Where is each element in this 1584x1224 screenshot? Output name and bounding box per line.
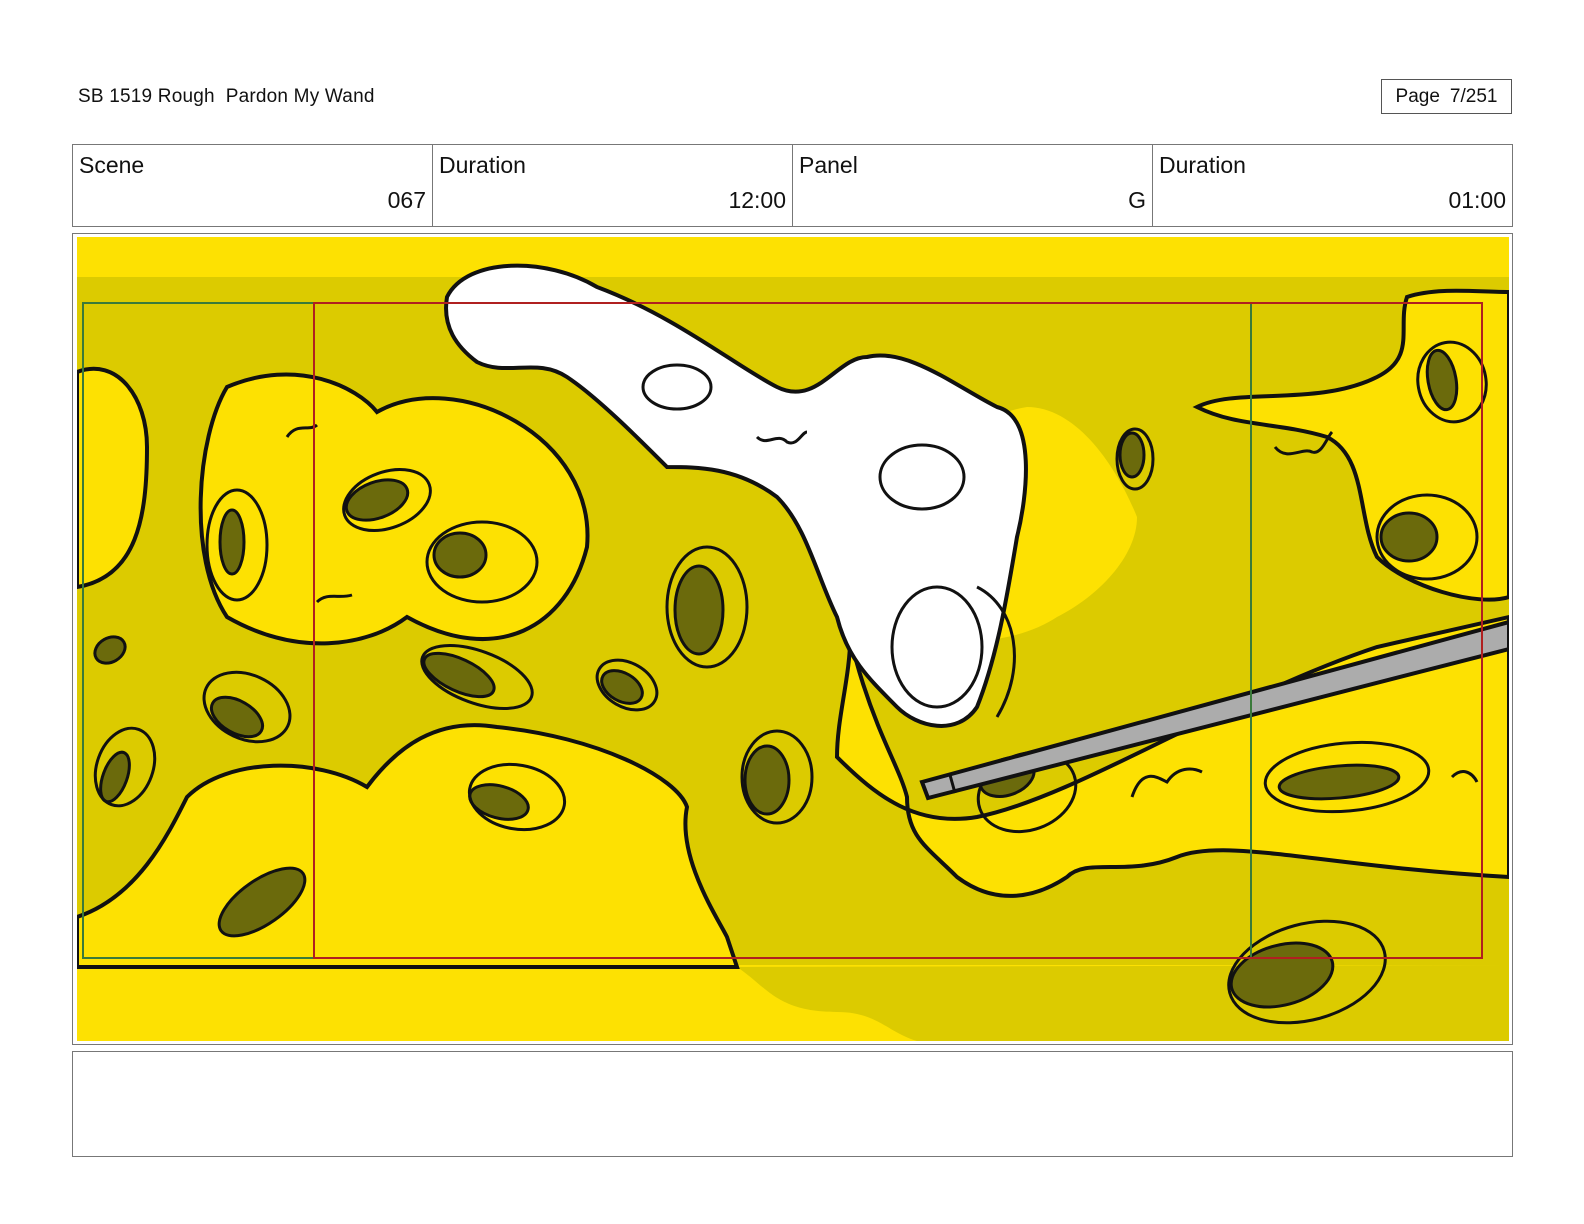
- hole-4: [673, 564, 725, 656]
- scene-label: Scene: [79, 152, 145, 178]
- notes-box: [72, 1051, 1513, 1157]
- storyboard-panel-drawing: [77, 237, 1509, 1041]
- hole-1: [218, 508, 246, 576]
- panel-info-table: Scene 067 Duration 12:00 Panel G Duratio…: [72, 144, 1513, 227]
- hole-18: [1118, 431, 1146, 479]
- page-number: 7/251: [1449, 85, 1498, 107]
- page-label: Page: [1395, 85, 1440, 107]
- panel-value: G: [1128, 187, 1146, 213]
- scene-cell: Scene 067: [73, 145, 433, 226]
- scene-duration-label: Duration: [439, 152, 526, 178]
- hole-3: [432, 531, 488, 579]
- panel-duration-value: 01:00: [1448, 187, 1506, 213]
- panel-duration-label: Duration: [1159, 152, 1246, 178]
- panel-label: Panel: [799, 152, 858, 178]
- hole-14: [1379, 511, 1439, 563]
- page-indicator: Page 7/251: [1381, 79, 1512, 114]
- storyboard-title: SB 1519 Rough Pardon My Wand: [78, 86, 375, 107]
- scene-duration-cell: Duration 12:00: [433, 145, 793, 226]
- scene-value: 067: [387, 187, 426, 213]
- top-bright-area: [77, 237, 1509, 277]
- panel-cell: Panel G: [793, 145, 1153, 226]
- scene-duration-value: 12:00: [728, 187, 786, 213]
- panel-duration-cell: Duration 01:00: [1153, 145, 1512, 226]
- hole-11: [743, 744, 791, 816]
